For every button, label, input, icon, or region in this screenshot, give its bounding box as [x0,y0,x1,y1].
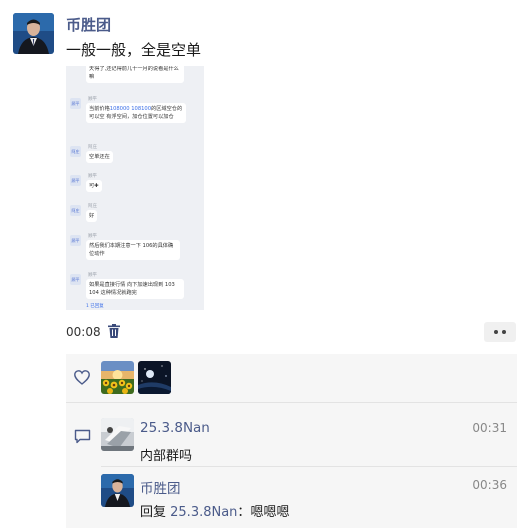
night-sky-avatar[interactable] [138,361,171,394]
comment-author[interactable]: 25.3.8Nan [140,420,210,436]
reply-to-link[interactable]: 25.3.8Nan [170,505,237,520]
author-name[interactable]: 币胜团 [66,14,111,35]
chat-bubble: 当前价格108000 108100的区域空仓的可以空 有浮空间，加仓位置可以加仓 [86,103,186,123]
dot-icon [502,330,506,334]
comment-avatar[interactable] [101,474,134,507]
more-options-button[interactable] [484,322,516,342]
trash-icon[interactable] [108,323,120,338]
chat-bubble: 好 [86,210,98,222]
chat-avatar: 阿庄 [70,205,81,216]
comment-text: 回复 25.3.8Nan：嗯嗯嗯 [140,501,289,520]
video-thumbnail[interactable]: 天得了,还记得前几十一月的说看是什么嘛 顾平 顾平 当前价格108000 108… [66,66,204,310]
chat-avatar: 顾平 [70,98,81,109]
chat-sender: 顾平 [88,174,97,179]
author-avatar[interactable] [13,13,54,54]
chat-bubble: 如果是直接行情 向下加速出现到 103 104 这种情况就跑完 [86,279,184,299]
reply-separator: ： [237,505,251,520]
chat-sender: 顾平 [88,97,97,102]
chat-avatar: 阿庄 [70,146,81,157]
comment-avatar[interactable] [101,418,134,451]
chat-avatar: 顾平 [70,235,81,246]
comment-time: 00:31 [472,421,507,435]
reply-prefix: 回复 [140,505,171,520]
divider [66,402,517,403]
dot-icon [494,330,498,334]
chat-sender: 阿庄 [88,145,97,150]
comment-author[interactable]: 币胜团 [140,477,181,497]
chat-avatar: 顾平 [70,274,81,285]
sunflower-avatar[interactable] [101,361,134,394]
comment-time: 00:36 [472,478,507,492]
chat-sender: 顾平 [88,234,97,239]
chat-sender: 阿庄 [88,204,97,209]
reply-text: 嗯嗯嗯 [250,505,290,520]
divider [101,466,517,467]
chat-bubble: 可✚ [86,180,102,192]
chat-bubble: 天得了,还记得前几十一月的说看是什么嘛 [86,66,184,83]
heart-icon [74,370,90,385]
comment-text: 内部群吗 [140,449,193,464]
chat-bubble: 空单还在 [86,151,113,163]
chat-avatar: 顾平 [70,175,81,186]
post-text: 一般一般，全是空单 [66,41,202,59]
chat-bubble: 然后我们本期注意一下 106的具体确位动作 [86,240,180,260]
chat-sender: 顾平 [88,273,97,278]
chat-footer: 1 已回复 [86,304,104,309]
comment-icon [74,429,91,444]
video-duration: 00:08 [66,325,101,339]
